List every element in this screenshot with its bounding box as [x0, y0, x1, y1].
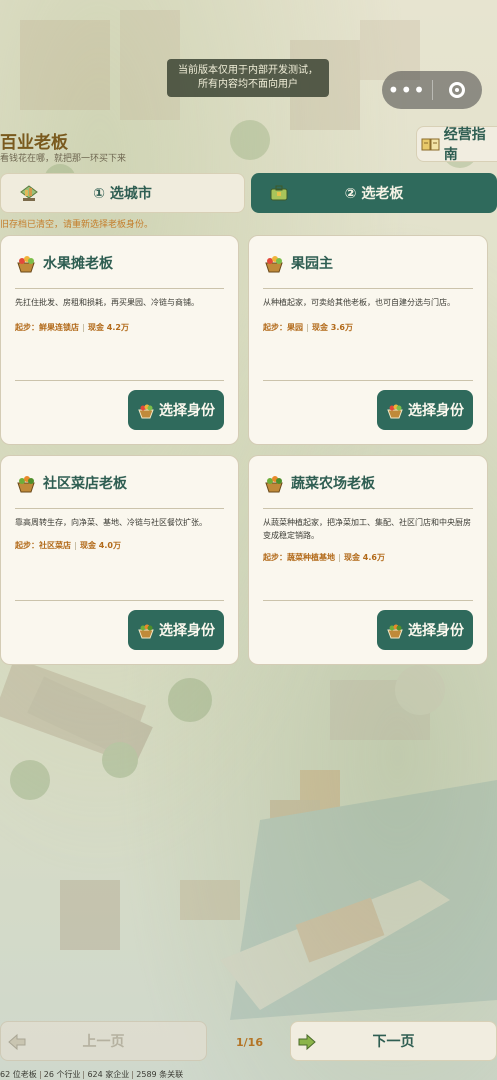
card-cash: 现金 4.6万: [344, 553, 385, 562]
fruit-basket-icon: [387, 404, 403, 419]
card-start-label: 起步：鲜果连锁店: [15, 323, 79, 332]
close-miniprogram-icon[interactable]: [432, 82, 482, 98]
arrow-right-icon: [298, 1033, 316, 1051]
prev-page-button[interactable]: 上一页: [0, 1021, 207, 1061]
app-subtitle: 看钱花在哪，就把那一环买下来: [0, 154, 127, 164]
boss-card-orchard: 果园主 从种植起家，可卖给其他老板，也可自建分选与门店。 起步：果园 现金 3.6…: [248, 235, 488, 445]
card-start-label: 起步：果园: [263, 323, 303, 332]
prev-page-label: 上一页: [82, 1034, 125, 1050]
card-divider: [263, 380, 473, 381]
vegetable-basket-icon: [17, 476, 35, 493]
card-title: 水果摊老板: [43, 256, 113, 272]
select-identity-label: 选择身份: [159, 403, 215, 419]
card-title: 果园主: [291, 256, 333, 272]
fruit-basket-icon: [17, 256, 35, 273]
card-title: 社区菜店老板: [43, 476, 127, 492]
card-description: 从种植起家，可卖给其他老板，也可自建分选与门店。: [263, 298, 455, 307]
vegetable-basket-icon: [265, 476, 283, 493]
guide-button-label: 经营指南: [443, 127, 486, 163]
card-start-info: 起步：蔬菜种植基地 现金 4.6万: [263, 552, 385, 563]
step-tabs: ① 选城市 ② 选老板: [0, 173, 497, 213]
miniprogram-capsule: •••: [382, 71, 482, 109]
vegetable-basket-icon: [387, 624, 403, 639]
tab-select-city[interactable]: ① 选城市: [0, 173, 245, 213]
boss-card-fruit-stall: 水果摊老板 先扛住批发、房租和损耗，再买果园、冷链与商铺。 起步：鲜果连锁店 现金…: [0, 235, 239, 445]
select-identity-button[interactable]: 选择身份: [128, 610, 224, 650]
card-cash: 现金 3.6万: [312, 323, 353, 332]
fruit-basket-icon: [265, 256, 283, 273]
next-page-button[interactable]: 下一页: [290, 1021, 497, 1061]
reset-hint: 旧存档已清空，请重新选择老板身份。: [0, 220, 154, 230]
dev-notice-line2: 所有内容均不面向用户: [198, 79, 298, 90]
dev-notice-line1: 当前版本仅用于内部开发测试，: [178, 65, 318, 76]
card-divider: [15, 380, 224, 381]
select-identity-label: 选择身份: [408, 623, 464, 639]
book-icon: [421, 138, 440, 151]
app-title: 百业老板: [0, 133, 68, 153]
card-description: 从蔬菜种植起家，把净菜加工、集配、社区门店和中央厨房变成稳定销路。: [263, 518, 471, 540]
dev-notice-banner: 当前版本仅用于内部开发测试， 所有内容均不面向用户: [167, 59, 329, 97]
select-identity-button[interactable]: 选择身份: [377, 610, 473, 650]
card-start-info: 起步：果园 现金 3.6万: [263, 322, 353, 333]
card-cash: 现金 4.2万: [88, 323, 129, 332]
card-divider: [15, 508, 224, 509]
card-description: 靠高周转生存，向净菜、基地、冷链与社区餐饮扩张。: [15, 518, 207, 527]
card-description: 先扛住批发、房租和损耗，再买果园、冷链与商铺。: [15, 298, 199, 307]
card-divider: [15, 288, 224, 289]
card-divider: [263, 600, 473, 601]
card-start-info: 起步：社区菜店 现金 4.0万: [15, 540, 121, 551]
card-cash: 现金 4.0万: [80, 541, 121, 550]
boss-card-community-grocery: 社区菜店老板 靠高周转生存，向净菜、基地、冷链与社区餐饮扩张。 起步：社区菜店现…: [0, 455, 239, 665]
select-identity-label: 选择身份: [408, 403, 464, 419]
card-title: 蔬菜农场老板: [291, 476, 375, 492]
select-identity-button[interactable]: 选择身份: [377, 390, 473, 430]
card-divider: [263, 508, 473, 509]
card-start-info: 起步：鲜果连锁店 现金 4.2万: [15, 322, 129, 333]
arrow-left-icon: [8, 1033, 26, 1051]
next-page-label: 下一页: [372, 1034, 415, 1050]
card-start-label: 起步：蔬菜种植基地: [263, 553, 335, 562]
page-indicator: 1/16: [236, 1036, 263, 1049]
card-start-label: 起步：社区菜店: [15, 541, 71, 550]
stat-bosses: 62 位老板: [0, 1070, 37, 1079]
stat-links: 2589 条关联: [136, 1070, 184, 1079]
fruit-basket-icon: [138, 404, 154, 419]
city-icon: [20, 185, 38, 201]
boss-card-vegetable-farm: 蔬菜农场老板 从蔬菜种植起家，把净菜加工、集配、社区门店和中央厨房变成稳定销路。…: [248, 455, 488, 665]
card-divider: [15, 600, 224, 601]
select-identity-button[interactable]: 选择身份: [128, 390, 224, 430]
guide-button[interactable]: 经营指南: [416, 126, 497, 163]
tab-select-boss[interactable]: ② 选老板: [251, 173, 497, 213]
briefcase-icon: [270, 185, 288, 201]
vegetable-basket-icon: [138, 624, 154, 639]
more-menu-icon[interactable]: •••: [382, 71, 432, 109]
stat-companies: 624 家企业: [87, 1070, 130, 1079]
stat-industries: 26 个行业: [43, 1070, 81, 1079]
select-identity-label: 选择身份: [159, 623, 215, 639]
card-divider: [263, 288, 473, 289]
stats-bar: 62 位老板 26 个行业 624 家企业 2589 条关联: [0, 1069, 183, 1080]
